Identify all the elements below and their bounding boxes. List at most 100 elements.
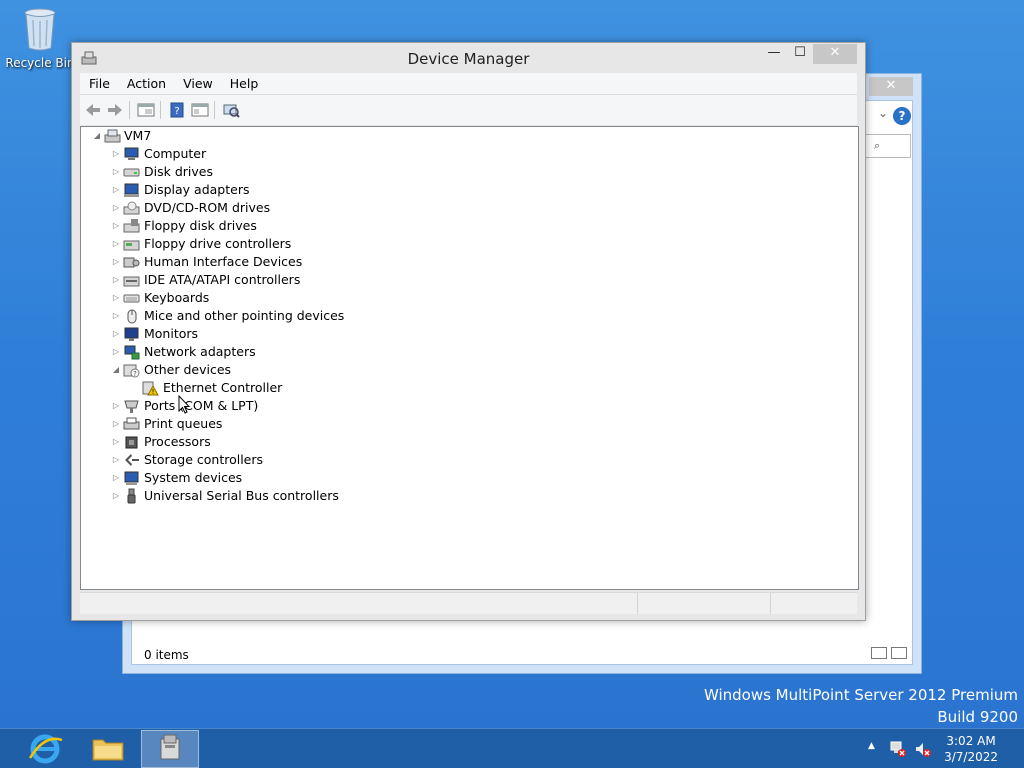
network-adapter-icon	[123, 344, 140, 360]
display-adapter-icon	[123, 182, 140, 198]
tree-item-label: Print queues	[144, 416, 223, 431]
expand-arrow-icon[interactable]: ▷	[110, 343, 122, 361]
tree-item-label: Computer	[144, 146, 207, 161]
menu-action[interactable]: Action	[118, 73, 174, 91]
tree-item-label: Display adapters	[144, 182, 250, 197]
tree-item-label: Universal Serial Bus controllers	[144, 488, 339, 503]
clock-date: 3/7/2022	[944, 750, 998, 764]
menu-file[interactable]: File	[80, 73, 118, 91]
printer-icon	[123, 416, 140, 432]
tree-item-label: Human Interface Devices	[144, 254, 303, 269]
tree-item-label: Storage controllers	[144, 452, 264, 467]
floppy-disk-icon	[123, 218, 140, 234]
expand-arrow-icon[interactable]: ▷	[110, 469, 122, 487]
toolbar-separator	[160, 101, 161, 119]
properties-icon[interactable]	[191, 102, 209, 118]
expand-arrow-icon[interactable]: ▷	[110, 451, 122, 469]
expand-arrow-icon[interactable]: ▷	[110, 181, 122, 199]
tree-item-label: Monitors	[144, 326, 199, 341]
details-view-icon[interactable]	[871, 647, 887, 659]
expand-arrow-icon[interactable]: ▷	[110, 163, 122, 181]
expand-arrow-icon[interactable]: ▷	[110, 271, 122, 289]
collapse-arrow-icon[interactable]: ◢	[91, 127, 103, 145]
expand-arrow-icon[interactable]: ▷	[110, 325, 122, 343]
large-icons-view-icon[interactable]	[891, 647, 907, 659]
expand-arrow-icon[interactable]: ▷	[110, 217, 122, 235]
system-device-icon	[123, 470, 140, 486]
toolbar-separator	[214, 101, 215, 119]
os-watermark: Windows MultiPoint Server 2012 Premium B…	[704, 684, 1018, 728]
usb-icon	[123, 488, 140, 504]
recycle-bin-icon	[23, 6, 57, 51]
system-clock[interactable]: 3:02 AM 3/7/2022	[944, 733, 998, 765]
title-bar[interactable]: Device Manager — ☐ ✕	[72, 43, 865, 73]
device-manager-window[interactable]: Device Manager — ☐ ✕ File Action View Help …	[71, 42, 866, 621]
menu-bar: File Action View Help	[80, 73, 857, 95]
computer-root-icon	[104, 128, 121, 144]
svg-text:?: ?	[174, 106, 179, 117]
tree-item-label: Network adapters	[144, 344, 256, 359]
processor-icon	[123, 434, 140, 450]
scan-hardware-icon[interactable]	[222, 102, 240, 118]
device-manager-taskbar-button[interactable]	[141, 730, 199, 768]
folder-icon	[92, 739, 124, 761]
computer-icon	[123, 146, 140, 162]
status-bar-divider	[637, 593, 638, 615]
device-tree[interactable]: ◢ VM7 ▷ Computer ▷ Disk drives ▷ Display adap…	[80, 126, 859, 590]
tree-item-label: IDE ATA/ATAPI controllers	[144, 272, 301, 287]
taskbar: ▲ 3:02 AM 3/7/2022	[0, 728, 1024, 768]
volume-muted-icon[interactable]	[914, 740, 932, 768]
internet-explorer-taskbar-button[interactable]	[16, 730, 74, 768]
floppy-controller-icon	[123, 236, 140, 252]
warning-device-icon: !	[142, 380, 159, 396]
background-window-close-button[interactable]: ✕	[869, 77, 913, 96]
tree-item-label: Mice and other pointing devices	[144, 308, 345, 323]
clock-time: 3:02 AM	[946, 734, 996, 748]
expand-arrow-icon[interactable]: ▷	[110, 253, 122, 271]
show-hidden-icons-arrow[interactable]: ▲	[868, 741, 875, 768]
expand-arrow-icon[interactable]: ▷	[110, 397, 122, 415]
maximize-button[interactable]: ☐	[787, 44, 813, 64]
expand-arrow-icon[interactable]: ▷	[110, 433, 122, 451]
expand-arrow-icon[interactable]: ▷	[110, 289, 122, 307]
toolbar-separator	[129, 101, 130, 119]
tree-root-label: VM7	[124, 128, 152, 143]
storage-controller-icon	[123, 452, 140, 468]
expand-arrow-icon[interactable]: ▷	[110, 487, 122, 505]
search-box[interactable]: ⌕	[859, 134, 911, 158]
keyboard-icon	[123, 290, 140, 306]
expand-arrow-icon[interactable]: ▷	[110, 145, 122, 163]
tree-item-label: Processors	[144, 434, 211, 449]
forward-arrow-icon[interactable]	[106, 102, 124, 118]
menu-help[interactable]: Help	[221, 73, 267, 91]
close-button[interactable]: ✕	[813, 44, 857, 64]
minimize-button[interactable]: —	[761, 44, 787, 64]
tree-item-label: System devices	[144, 470, 243, 485]
help-icon[interactable]: ?	[893, 107, 911, 125]
port-icon	[123, 398, 140, 414]
disk-drive-icon	[123, 164, 140, 180]
expand-arrow-icon[interactable]: ▷	[110, 235, 122, 253]
menu-view[interactable]: View	[174, 73, 221, 91]
recycle-bin-shortcut[interactable]: Recycle Bin	[4, 4, 76, 70]
chevron-down-icon[interactable]: ⌄	[875, 105, 891, 121]
back-arrow-icon[interactable]	[84, 102, 102, 118]
monitor-icon	[123, 326, 140, 342]
expand-arrow-icon[interactable]: ▷	[110, 415, 122, 433]
collapse-arrow-icon[interactable]: ◢	[110, 361, 122, 379]
tree-item-label: Keyboards	[144, 290, 210, 305]
svg-text:?: ?	[133, 370, 137, 378]
mouse-cursor-icon	[178, 394, 191, 415]
expand-arrow-icon[interactable]: ▷	[110, 307, 122, 325]
unknown-device-icon: ?	[123, 362, 140, 378]
tree-item-label: Disk drives	[144, 164, 213, 179]
expand-arrow-icon[interactable]: ▷	[110, 199, 122, 217]
svg-text:!: !	[152, 388, 155, 396]
network-status-icon[interactable]	[889, 740, 907, 768]
tree-item-label: Floppy disk drives	[144, 218, 257, 233]
toolbar: ?	[80, 95, 857, 125]
show-hide-console-tree-icon[interactable]	[137, 102, 155, 118]
help-book-icon[interactable]: ?	[168, 102, 186, 118]
file-explorer-taskbar-button[interactable]	[79, 730, 137, 768]
device-manager-taskbar-icon	[160, 734, 180, 760]
